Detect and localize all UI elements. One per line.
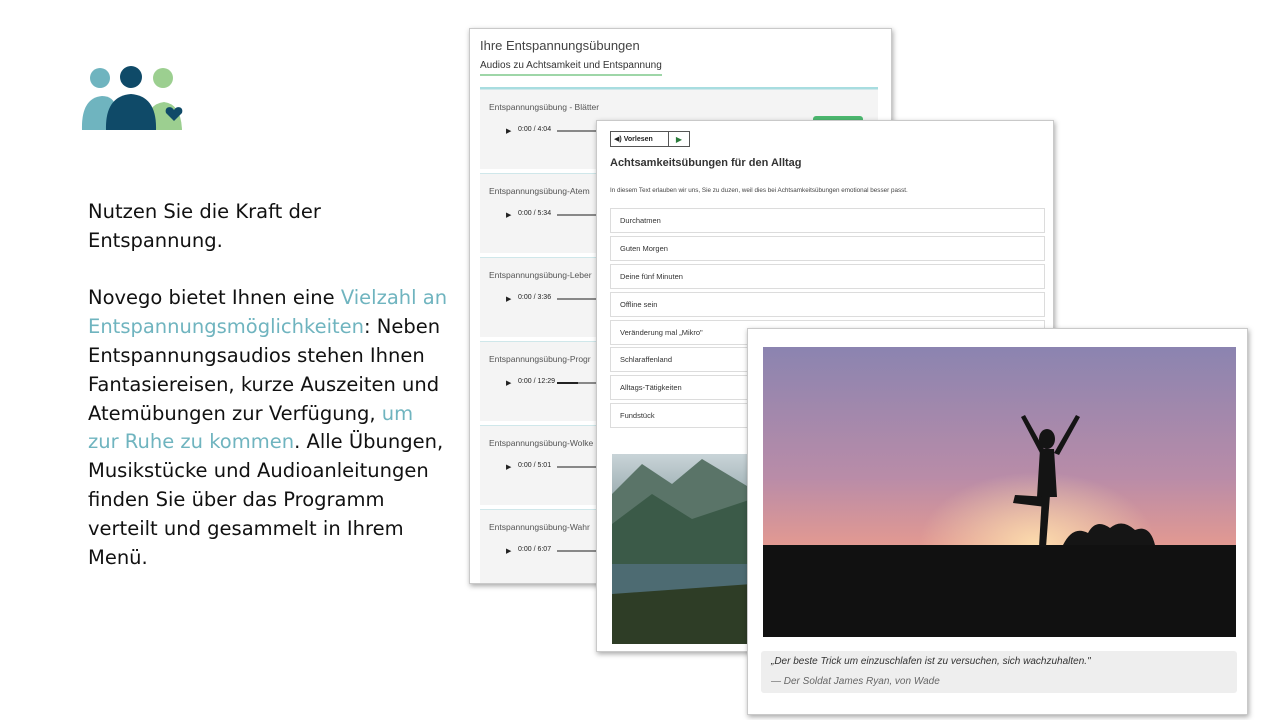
quote-text: „Der beste Trick um einzuschlafen ist zu… [771,656,1091,667]
card-title: Ihre Entspannungsübungen [480,38,640,53]
play-icon[interactable]: ▶ [506,547,511,555]
speaker-icon: ◀) [614,136,622,143]
audio-time: 0:00 / 5:34 [518,210,552,217]
exercise-name: Entspannungsübung-Wahr [489,522,590,532]
novego-logo [81,66,183,130]
audio-time: 0:00 / 4:04 [518,126,552,133]
exercise-list-item[interactable]: Offline sein [610,291,1045,317]
tab-audios[interactable]: Audios zu Achtsamkeit und Entspannung [480,60,662,76]
headline: Nutzen Sie die Kraft der Entspannung. [88,200,321,252]
intro-note: In diesem Text erlauben wir uns, Sie zu … [610,187,908,194]
play-icon[interactable]: ▶ [506,295,511,303]
play-icon[interactable]: ▶ [506,463,511,471]
exercise-name: Entspannungsübung-Leber [489,270,592,280]
exercise-name: Entspannungsübung-Wolke [489,438,594,448]
play-icon[interactable]: ▶ [506,211,511,219]
quote-author: — Der Soldat James Ryan, von Wade [771,676,940,687]
exercise-list-item[interactable]: Guten Morgen [610,235,1045,261]
audio-time: 0:00 / 3:36 [518,294,552,301]
exercise-name: Entspannungsübung-Atem [489,186,590,196]
exercise-name: Entspannungsübung-Progr [489,354,591,364]
read-aloud-bar[interactable]: ◀) Vorlesen ▶ [610,131,690,147]
read-aloud-button[interactable]: Vorlesen [624,136,653,143]
exercise-name: Entspannungsübung - Blätter [489,102,600,112]
audio-time: 0:00 / 5:01 [518,462,552,469]
play-icon[interactable]: ▶ [506,127,511,135]
audio-time: 0:00 / 6:07 [518,546,552,553]
landscape-image [612,454,752,644]
audio-time: 0:00 / 12:29 [518,378,555,385]
play-icon[interactable]: ▶ [506,379,511,387]
exercise-list-item[interactable]: Deine fünf Minuten [610,263,1045,289]
card-title: Achtsamkeitsübungen für den Alltag [610,157,802,169]
description: Novego bietet Ihnen eine Vielzahl an Ent… [88,286,448,569]
quote-card: „Der beste Trick um einzuschlafen ist zu… [747,328,1248,715]
exercise-list-item[interactable]: Durchatmen [610,208,1045,233]
play-icon[interactable]: ▶ [669,132,689,146]
quote-box: „Der beste Trick um einzuschlafen ist zu… [761,651,1237,693]
yoga-silhouette-photo [763,347,1236,637]
intro-text: Nutzen Sie die Kraft der Entspannung. No… [88,198,448,601]
